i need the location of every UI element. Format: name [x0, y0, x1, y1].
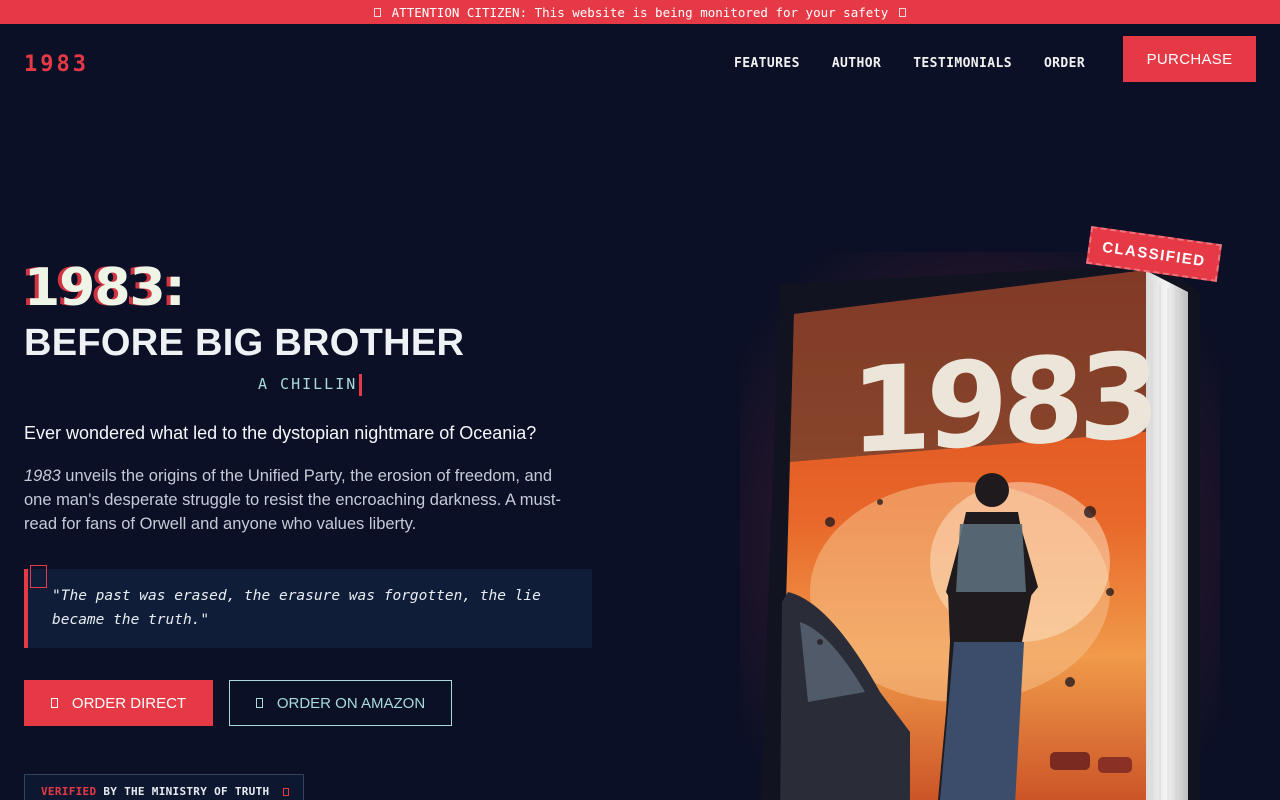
quote-icon: [30, 565, 47, 588]
typing-text: A CHILLIN: [258, 374, 363, 396]
quote-block: "The past was erased, the erasure was fo…: [24, 565, 592, 648]
check-icon: [283, 788, 290, 796]
order-amazon-label: ORDER ON AMAZON: [276, 694, 426, 712]
amazon-icon: [255, 698, 263, 708]
hero-title-text: 1983:: [24, 258, 186, 318]
surveillance-banner: ATTENTION CITIZEN: This website is being…: [0, 0, 1280, 24]
cart-icon: [50, 698, 58, 708]
book-image: 1983: [740, 252, 1220, 800]
order-direct-label: ORDER DIRECT: [71, 694, 187, 712]
nav-link-author[interactable]: AUTHOR: [832, 56, 881, 71]
verified-badge: VERIFIED BY THE MINISTRY OF TRUTH: [24, 774, 304, 800]
hero-title: 1983: 1983:: [20, 258, 186, 318]
hero-lead: Ever wondered what led to the dystopian …: [24, 423, 537, 443]
main-nav: 1983 FEATURES AUTHOR TESTIMONIALS ORDER …: [0, 24, 1280, 100]
cover-title: 1983: [850, 326, 1154, 480]
hero-description: 1983 unveils the origins of the Unified …: [24, 464, 584, 536]
description-text: unveils the origins of the Unified Party…: [24, 467, 561, 533]
book-title-em: 1983: [24, 467, 61, 485]
purchase-button[interactable]: PURCHASE: [1123, 36, 1256, 82]
nav-link-testimonials[interactable]: TESTIMONIALS: [913, 56, 1012, 71]
book-cover-art: 1983: [740, 252, 1220, 800]
order-amazon-button[interactable]: ORDER ON AMAZON: [229, 680, 452, 726]
verified-word: VERIFIED: [41, 785, 97, 798]
eye-icon: [899, 7, 907, 17]
logo[interactable]: 1983: [24, 52, 89, 77]
nav-link-order[interactable]: ORDER: [1044, 56, 1085, 71]
hero-subtitle: BEFORE BIG BROTHER: [24, 322, 465, 364]
nav-links: FEATURES AUTHOR TESTIMONIALS ORDER: [734, 56, 1117, 71]
quote-text: "The past was erased, the erasure was fo…: [52, 588, 541, 628]
nav-link-features[interactable]: FEATURES: [734, 56, 800, 71]
order-direct-button[interactable]: ORDER DIRECT: [24, 680, 213, 726]
banner-text: ATTENTION CITIZEN: This website is being…: [391, 4, 889, 20]
eye-icon: [373, 7, 381, 17]
verified-text: BY THE MINISTRY OF TRUTH: [96, 785, 270, 798]
